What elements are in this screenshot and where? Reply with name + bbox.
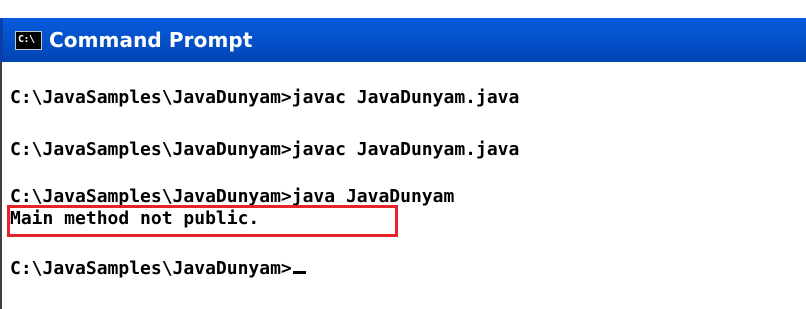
console-icon-glyph: C:\ — [18, 34, 35, 45]
console-icon[interactable]: C:\ — [15, 30, 42, 50]
command-prompt-window: C:\ Command Prompt C:\JavaSamples\JavaDu… — [0, 0, 806, 309]
console-line: C:\JavaSamples\JavaDunyam>javac JavaDuny… — [10, 87, 520, 108]
window-title: Command Prompt — [49, 28, 253, 52]
error-highlight-box — [7, 205, 398, 237]
title-bar[interactable]: C:\ Command Prompt — [0, 18, 806, 62]
console-line: C:\JavaSamples\JavaDunyam>javac JavaDuny… — [10, 139, 520, 160]
prompt-line[interactable]: C:\JavaSamples\JavaDunyam> — [10, 258, 306, 280]
prompt-text: C:\JavaSamples\JavaDunyam> — [10, 258, 292, 279]
text-cursor — [292, 271, 306, 274]
console-output[interactable]: C:\JavaSamples\JavaDunyam>javac JavaDuny… — [0, 62, 806, 309]
